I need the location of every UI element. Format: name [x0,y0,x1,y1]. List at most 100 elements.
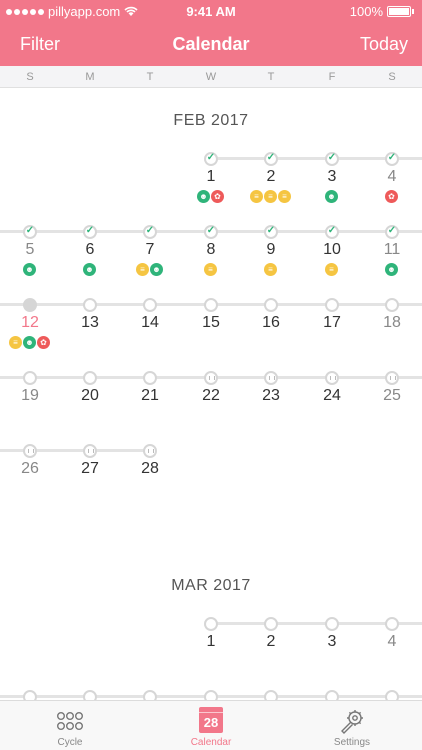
tab-label-calendar: Calendar [190,737,232,748]
pill-dot-icon [143,371,157,385]
tab-cycle[interactable]: Cycle [0,701,140,750]
day-number: 22 [202,387,220,404]
pill-taken-icon [325,225,339,239]
calendar-day[interactable]: 1 [181,617,241,675]
day-number: 17 [323,314,341,331]
calendar-day[interactable]: 20 [60,371,120,429]
day-number: 13 [81,314,99,331]
battery-tip [412,9,414,14]
calendar-day[interactable]: 6☻ [60,225,120,283]
day-mood-icons: ≡ [325,263,338,277]
pill-taken-icon [83,225,97,239]
day-number: 1 [206,168,216,185]
calendar-day[interactable]: 2≡≡≡ [241,152,301,210]
calendar-day[interactable]: 2 [241,617,301,675]
calendar-day[interactable]: 12 ≡ ☻ ✿ [0,298,60,356]
calendar-day[interactable]: 22 [181,371,241,429]
calendar-day[interactable]: 4✿ [362,152,422,210]
tab-calendar[interactable]: 28 Calendar [141,701,281,750]
calendar-day[interactable]: 11 ☻ [362,225,422,283]
calendar-day[interactable]: 18 [362,298,422,356]
calendar-day[interactable]: 24 [302,371,362,429]
day-number: 6 [85,241,95,258]
calendar-day[interactable]: 5☻ [0,225,60,283]
battery-area: 100% [350,4,414,19]
calendar-day[interactable]: 8 [181,690,241,700]
pill-dot-icon [204,617,218,631]
yellow-mood-icon: ≡ [250,190,263,203]
pill-break-icon [325,371,339,385]
calendar-day[interactable]: 3 [302,617,362,675]
weekday-label: F [328,71,336,83]
day-number: 23 [262,387,280,404]
calendar-day[interactable]: 15 [181,298,241,356]
calendar-day[interactable]: 21 [120,371,180,429]
settings-icon [341,710,363,734]
day-mood-icons: ☻ [83,263,96,277]
calendar-day[interactable]: 26 [0,444,60,502]
filter-button[interactable]: Filter [20,34,60,55]
calendar-day[interactable]: 3☻ [302,152,362,210]
pill-taken-icon [264,225,278,239]
day-mood-icons: ≡ ☻ ✿ [9,336,50,350]
calendar-day[interactable]: 7 [120,690,180,700]
pill-dot-icon [264,690,278,700]
calendar-day[interactable]: 10 [302,690,362,700]
pill-dot-icon [83,298,97,312]
calendar-day[interactable]: 1 ☻✿ [181,152,241,210]
calendar-scroll-view[interactable]: FEB 20171☻✿2≡≡≡3☻4✿5☻6☻7≡☻8≡9≡10≡11☻12≡☻… [0,88,422,700]
calendar-day[interactable]: 13 [60,298,120,356]
calendar-day[interactable]: 7 ≡☻ [120,225,180,283]
calendar-day[interactable]: 9 [241,690,301,700]
day-number: 25 [383,387,401,404]
pill-dot-icon [83,371,97,385]
day-number: 28 [141,460,159,477]
pill-break-icon [204,371,218,385]
pill-dot-icon [385,617,399,631]
weekday-label: W [205,71,217,83]
calendar-day[interactable]: 8≡ [181,225,241,283]
green-mood-icon: ☻ [83,263,96,276]
calendar-day[interactable]: 23 [241,371,301,429]
yellow-mood-icon: ≡ [9,336,22,349]
calendar-day[interactable]: 19 [0,371,60,429]
calendar-day[interactable]: 17 [302,298,362,356]
navigation-bar: Filter Calendar Today [0,22,422,66]
calendar-day[interactable]: 28 [120,444,180,502]
pill-taken-icon [385,225,399,239]
yellow-mood-icon: ≡ [278,190,291,203]
pill-break-icon [23,444,37,458]
calendar-day[interactable]: 25 [362,371,422,429]
cycle-icon [57,711,84,730]
green-mood-icon: ☻ [150,263,163,276]
green-mood-icon: ☻ [197,190,210,203]
day-number: 11 [383,241,401,258]
calendar-day[interactable]: 6 [60,690,120,700]
calendar-day[interactable]: 16 [241,298,301,356]
day-number: 26 [21,460,39,477]
day-number: 2 [266,633,276,650]
red-mood-icon: ✿ [37,336,50,349]
pill-dot-icon [143,690,157,700]
day-number: 14 [141,314,159,331]
tab-label-cycle: Cycle [57,737,83,748]
calendar-day[interactable]: 9≡ [241,225,301,283]
weekday-header: SMTWTFS [0,66,422,88]
calendar-day[interactable]: 11 [362,690,422,700]
weekday-label: M [85,71,95,83]
day-number: 3 [327,633,337,650]
yellow-mood-icon: ≡ [136,263,149,276]
calendar-day[interactable]: 27 [60,444,120,502]
day-number: 4 [387,633,397,650]
pill-taken-icon [385,152,399,166]
today-button[interactable]: Today [360,34,408,55]
calendar-day[interactable]: 4 [362,617,422,675]
pill-dot-icon [325,690,339,700]
calendar-day[interactable]: 14 [120,298,180,356]
battery-icon [387,6,411,17]
calendar-day[interactable]: 10 ≡ [302,225,362,283]
calendar-day[interactable]: 5 [0,690,60,700]
pill-break-icon [143,444,157,458]
tab-settings[interactable]: Settings [282,701,422,750]
day-mood-icons: ≡ ☻ [136,263,163,277]
